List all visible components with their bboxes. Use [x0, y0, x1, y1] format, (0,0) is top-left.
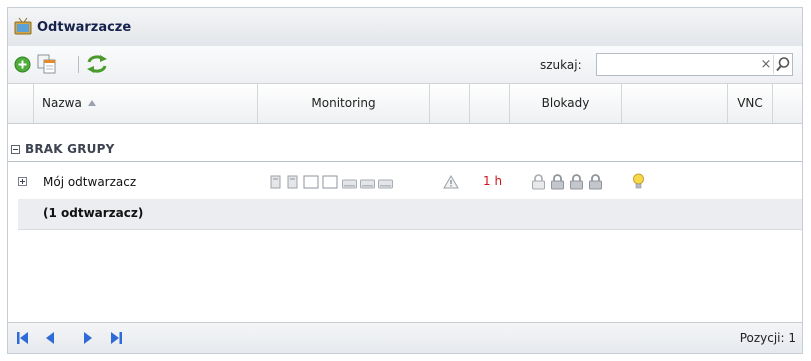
header-expander: [8, 84, 34, 123]
refresh-icon[interactable]: [86, 54, 108, 77]
group-summary: (1 odtwarzacz): [43, 206, 144, 220]
column-header-extra-2[interactable]: [470, 84, 510, 123]
toolbar: szukaj: ×: [8, 46, 802, 84]
toolbar-separator: [78, 56, 79, 73]
group-name: BRAK GRUPY: [25, 142, 115, 156]
add-icon[interactable]: [14, 56, 31, 76]
column-header-vnc[interactable]: VNC: [728, 84, 773, 123]
lock-icon[interactable]: [550, 174, 565, 193]
search-box: ×: [596, 53, 793, 76]
group-row[interactable]: BRAK GRUPY: [8, 137, 802, 162]
copy-icon[interactable]: [37, 54, 57, 77]
panel-title: Odtwarzacze: [37, 19, 132, 35]
column-vnc-label: VNC: [737, 96, 763, 110]
column-name-label: Nazwa: [42, 96, 82, 110]
expand-row-icon[interactable]: [18, 177, 27, 186]
lock-icon[interactable]: [569, 174, 584, 193]
player-name[interactable]: Mój odtwarzacz: [43, 175, 136, 189]
player-small-icon: [270, 175, 281, 192]
column-header-monitoring[interactable]: Monitoring: [258, 84, 430, 123]
players-panel: Odtwarzacze szukaj: × Nazwa Monitoring B…: [7, 7, 803, 354]
drive-icon: [378, 178, 393, 192]
lock-icon[interactable]: [588, 174, 603, 193]
column-header-extra-1[interactable]: [430, 84, 470, 123]
column-header-blokady[interactable]: Blokady: [510, 84, 622, 123]
drive-icon: [360, 178, 375, 192]
drive-icon: [342, 178, 357, 192]
column-header: Nazwa Monitoring Blokady VNC: [8, 84, 802, 124]
clear-search-button[interactable]: ×: [759, 55, 773, 74]
sort-ascending-icon: [87, 100, 96, 106]
tv-icon: [14, 17, 32, 38]
column-header-extra-3[interactable]: [622, 84, 728, 123]
column-blokady-label: Blokady: [541, 96, 590, 110]
position-count: Pozycji: 1: [739, 331, 796, 345]
screen-off-icon: [303, 175, 319, 192]
player-small-icon: [287, 175, 298, 192]
group-summary-row: (1 odtwarzacz): [18, 199, 802, 230]
column-header-name[interactable]: Nazwa: [34, 84, 258, 123]
search-label: szukaj:: [540, 58, 582, 72]
search-input[interactable]: [597, 54, 765, 75]
pager: Pozycji: 1: [8, 322, 802, 353]
next-page-icon[interactable]: [82, 331, 94, 348]
search-button[interactable]: [773, 55, 792, 74]
search-icon: [776, 57, 790, 72]
last-seen-time: 1 h: [483, 174, 503, 188]
warning-icon: [443, 175, 459, 192]
lock-open-icon[interactable]: [531, 174, 546, 193]
first-page-icon[interactable]: [16, 331, 30, 348]
screen-off-icon: [322, 175, 338, 192]
panel-titlebar: Odtwarzacze: [8, 8, 802, 47]
column-monitoring-label: Monitoring: [311, 96, 376, 110]
collapse-group-icon[interactable]: [11, 144, 20, 154]
table-row[interactable]: Mój odtwarzacz 1 h: [18, 166, 802, 200]
lightbulb-icon[interactable]: [632, 173, 645, 193]
previous-page-icon[interactable]: [44, 331, 56, 348]
last-page-icon[interactable]: [109, 331, 123, 348]
